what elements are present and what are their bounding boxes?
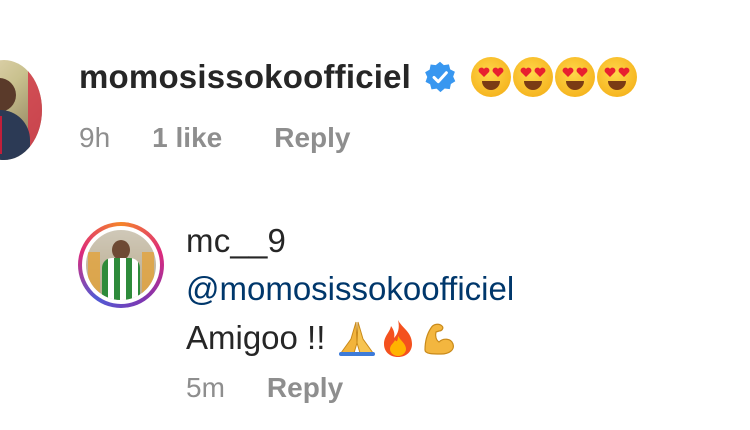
avatar-head xyxy=(0,78,16,112)
mention-link[interactable]: @momosissokoofficiel xyxy=(186,270,514,308)
likes-count-link[interactable]: 1 like xyxy=(152,122,222,154)
comment-emojis xyxy=(471,57,639,97)
flexed-biceps-emoji-icon xyxy=(424,323,455,355)
comment-text: Amigoo !! xyxy=(186,318,461,358)
commenter-avatar[interactable] xyxy=(0,60,42,160)
verified-badge-icon xyxy=(425,61,456,93)
comment-item: momosissokoofficiel 9h 1 like Reply xyxy=(0,0,750,190)
avatar[interactable] xyxy=(0,60,42,160)
fire-emoji-icon xyxy=(384,320,413,357)
avatar-suit xyxy=(0,110,30,160)
reply-button[interactable]: Reply xyxy=(274,122,350,154)
comment-time: 9h xyxy=(79,122,111,153)
avatar-background xyxy=(28,60,42,160)
comment-meta: 9h 1 like Reply xyxy=(79,122,350,154)
comment-header: momosissokoofficiel xyxy=(79,57,639,97)
avatar-background xyxy=(88,252,100,300)
story-ring[interactable] xyxy=(78,222,164,308)
avatar-tie xyxy=(0,116,2,154)
username-link[interactable]: mc__9 xyxy=(186,222,286,260)
avatar[interactable] xyxy=(86,230,156,300)
avatar-background xyxy=(142,252,154,300)
comment-emojis xyxy=(337,318,461,358)
comment-header: mc__9 xyxy=(186,222,286,260)
folded-hands-emoji-icon xyxy=(339,321,376,356)
heart-eyes-emoji-icon xyxy=(555,57,596,97)
avatar-jersey xyxy=(102,258,140,300)
comment-time: 5m xyxy=(186,372,225,403)
username-link[interactable]: momosissokoofficiel xyxy=(79,58,411,96)
heart-eyes-emoji-icon xyxy=(471,57,512,97)
heart-eyes-emoji-icon xyxy=(513,57,554,97)
reply-button[interactable]: Reply xyxy=(267,372,343,404)
avatar-head xyxy=(112,240,130,260)
reply-comment-item: mc__9 @momosissokoofficiel Amigoo !! 5m … xyxy=(0,210,750,430)
heart-eyes-emoji-icon xyxy=(597,57,638,97)
comment-body-text: Amigoo !! xyxy=(186,319,326,356)
comment-meta: 5m Reply xyxy=(186,372,343,404)
commenter-avatar[interactable] xyxy=(78,222,164,308)
